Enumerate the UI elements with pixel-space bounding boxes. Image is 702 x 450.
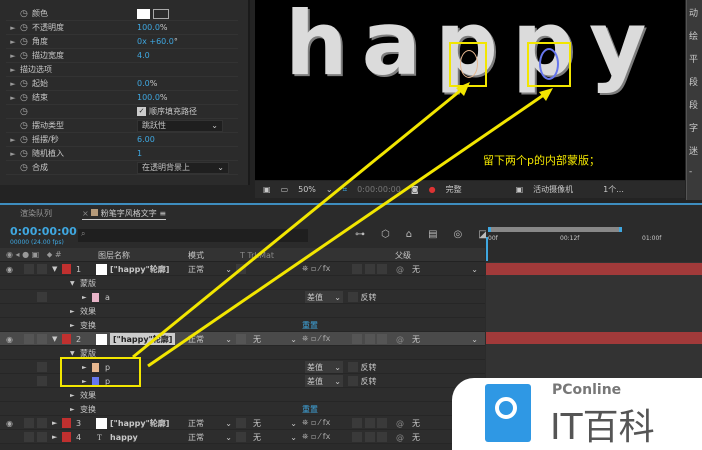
annotation-arrows bbox=[60, 82, 553, 387]
arrow-head bbox=[539, 88, 553, 101]
arrow-line bbox=[132, 84, 467, 359]
arrow-line bbox=[147, 90, 549, 368]
highlight-box bbox=[60, 357, 141, 387]
